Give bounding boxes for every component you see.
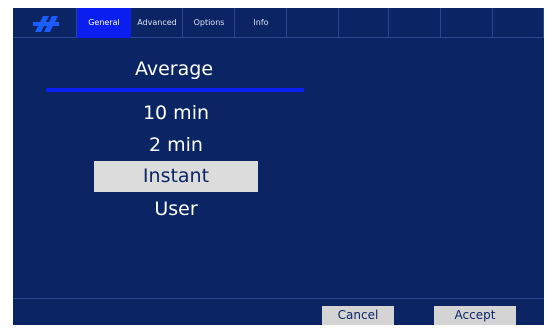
menu-title: Average (134, 58, 214, 80)
option-10-min[interactable]: 10 min (94, 98, 258, 129)
brand-logo-icon (33, 16, 59, 32)
device-screen: General Advanced Options Info Average 10… (13, 8, 544, 325)
option-2-min[interactable]: 2 min (94, 130, 258, 161)
option-user[interactable]: User (94, 194, 258, 225)
footer-divider (13, 298, 544, 299)
tab-cell (287, 8, 339, 38)
tab-cell (441, 8, 493, 38)
tab-cell (339, 8, 389, 38)
option-instant[interactable]: Instant (94, 161, 258, 192)
title-underline (46, 88, 304, 92)
tab-cell (389, 8, 441, 38)
cancel-button[interactable]: Cancel (322, 306, 394, 325)
tab-bar: General Advanced Options Info (13, 8, 544, 38)
tab-options[interactable]: Options (183, 8, 235, 38)
accept-button[interactable]: Accept (434, 306, 516, 325)
tab-advanced[interactable]: Advanced (131, 8, 183, 38)
tab-cell (493, 8, 544, 38)
tab-general[interactable]: General (77, 8, 131, 38)
tab-info[interactable]: Info (235, 8, 287, 38)
